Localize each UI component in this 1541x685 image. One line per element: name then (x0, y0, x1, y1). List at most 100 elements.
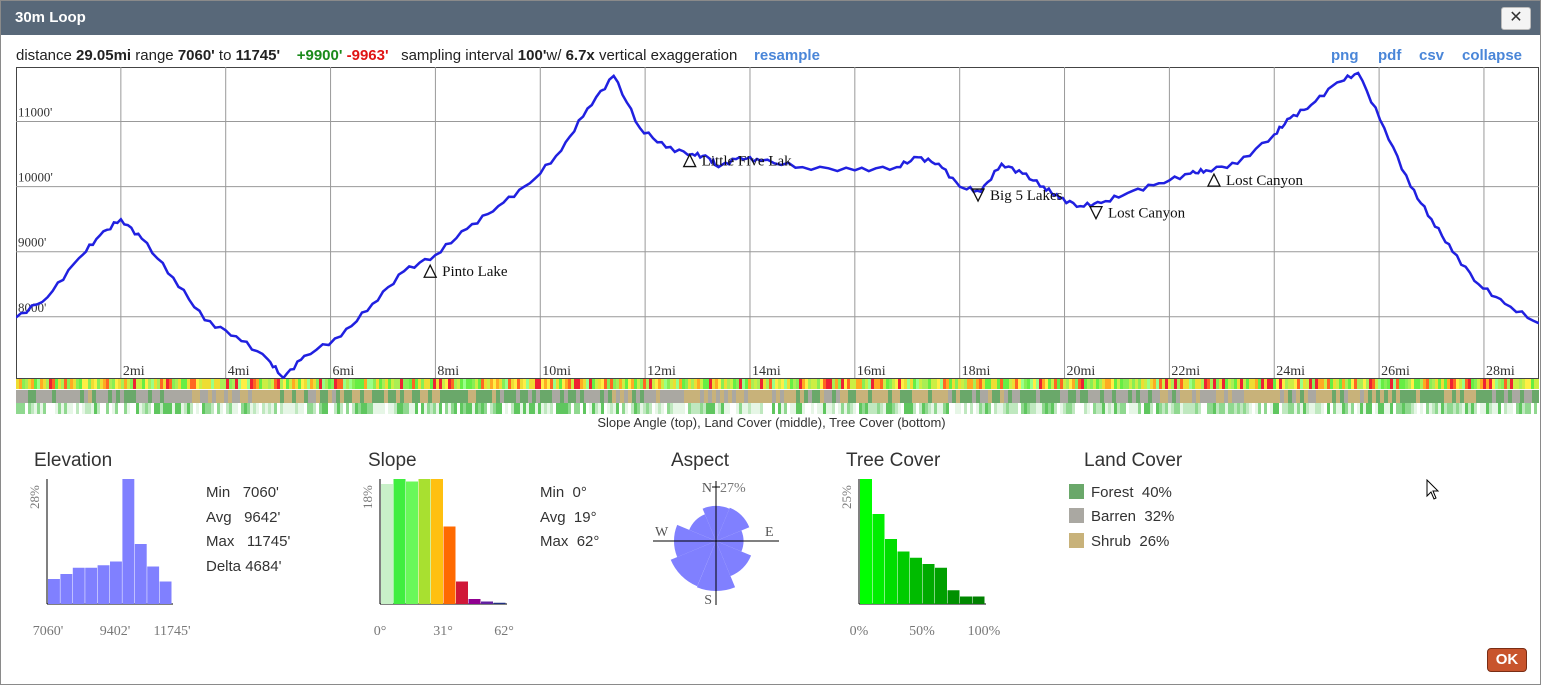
land-strip-cell (1124, 390, 1128, 403)
aspect-title: Aspect (671, 450, 730, 471)
slope-strip-cell (607, 379, 610, 389)
slope-strip-cell (1213, 379, 1216, 389)
elevation-profile-chart[interactable]: 11000'10000'9000'8000' 2mi 4mi 6mi 8mi 10mi 1… (16, 67, 1539, 414)
tree-strip-cell (400, 403, 403, 414)
tree-strip-cell (982, 403, 985, 414)
land-strip-cell (1248, 390, 1252, 403)
land-strip-cell (928, 390, 932, 403)
tree-strip-cell (1147, 403, 1150, 414)
land-strip-cell (680, 390, 684, 403)
land-strip-cell (1396, 390, 1400, 403)
slope-strip-cell (835, 379, 838, 389)
tree-strip-cell (901, 403, 904, 414)
land-strip-cell (796, 390, 800, 403)
land-strip-cell (376, 390, 380, 403)
slope-strip-cell (1387, 379, 1390, 389)
tree-strip-cell (760, 403, 763, 414)
land-strip-cell (880, 390, 884, 403)
slope-strip-cell (739, 379, 742, 389)
land-strip-cell (844, 390, 848, 403)
slope-strip-cell (1042, 379, 1045, 389)
tree-strip-cell (571, 403, 574, 414)
resample-link[interactable]: resample (754, 47, 820, 64)
slope-strip-cell (994, 379, 997, 389)
collapse-link[interactable]: collapse (1462, 47, 1522, 64)
land-strip-cell (508, 390, 512, 403)
slope-strip-cell (832, 379, 835, 389)
land-strip-cell (112, 390, 116, 403)
slope-strip-cell (1462, 379, 1465, 389)
tree-strip-cell (1342, 403, 1345, 414)
land-strip-cell (556, 390, 560, 403)
slope-strip-cell (1309, 379, 1312, 389)
slope-strip-cell (397, 379, 400, 389)
land-strip-cell (1012, 390, 1016, 403)
slope-strip-cell (1267, 379, 1270, 389)
land-strip-cell (1340, 390, 1344, 403)
close-button[interactable]: ✕ (1501, 7, 1531, 30)
csv-link[interactable]: csv (1419, 47, 1444, 64)
tree-cover-histogram: 25%0% 50% 100% (839, 479, 1001, 639)
land-strip-cell (1228, 390, 1232, 403)
land-strip-cell (348, 390, 352, 403)
land-strip-cell (576, 390, 580, 403)
tree-strip-cell (31, 403, 34, 414)
pdf-link[interactable]: pdf (1378, 47, 1401, 64)
tree-strip-cell (85, 403, 88, 414)
tree-strip-cell (1000, 403, 1003, 414)
land-strip-cell (80, 390, 84, 403)
land-strip-cell (976, 390, 980, 403)
slope-strip-cell (472, 379, 475, 389)
tree-strip-cell (769, 403, 772, 414)
land-strip-cell (856, 390, 860, 403)
slope-strip-cell (790, 379, 793, 389)
land-strip-cell (1496, 390, 1500, 403)
tree-strip-cell (1357, 403, 1360, 414)
slope-strip-cell (1384, 379, 1387, 389)
land-strip-cell (624, 390, 628, 403)
tree-strip-cell (1405, 403, 1408, 414)
title-bar[interactable]: 30m Loop ✕ (1, 1, 1540, 35)
slope-strip-cell (307, 379, 310, 389)
slope-strip-cell (598, 379, 601, 389)
slope-strip-cell (1129, 379, 1132, 389)
tree-strip-cell (607, 403, 610, 414)
slope-strip-cell (1339, 379, 1342, 389)
land-strip-cell (1344, 390, 1348, 403)
land-strip-cell (648, 390, 652, 403)
land-strip-cell (876, 390, 880, 403)
land-strip-cell (152, 390, 156, 403)
ok-button[interactable]: OK (1487, 648, 1527, 672)
tree-strip-cell (244, 403, 247, 414)
tree-strip-cell (73, 403, 76, 414)
profile-dialog: 30m Loop ✕ distance 29.05mi range 7060' … (0, 0, 1541, 685)
slope-strip-cell (130, 379, 133, 389)
tree-strip-cell (124, 403, 127, 414)
tree-strip-cell (1240, 403, 1243, 414)
tree-strip-cell (346, 403, 349, 414)
land-strip-cell (1260, 390, 1264, 403)
land-strip-cell (544, 390, 548, 403)
land-strip-cell (100, 390, 104, 403)
land-strip-cell (596, 390, 600, 403)
histogram-bar (897, 551, 910, 604)
land-strip-cell (1332, 390, 1336, 403)
tree-strip-cell (1381, 403, 1384, 414)
slope-strip-cell (763, 379, 766, 389)
land-strip-cell (404, 390, 408, 403)
tree-strip-cell (94, 403, 97, 414)
slope-strip-cell (259, 379, 262, 389)
tree-strip-cell (298, 403, 301, 414)
slope-strip-cell (814, 379, 817, 389)
land-strip-cell (1388, 390, 1392, 403)
slope-strip-cell (1258, 379, 1261, 389)
land-strip-cell (660, 390, 664, 403)
slope-strip-cell (1501, 379, 1504, 389)
slope-strip-cell (1420, 379, 1423, 389)
slope-strip-cell (1216, 379, 1219, 389)
land-strip-cell (1500, 390, 1504, 403)
png-link[interactable]: png (1331, 47, 1359, 64)
slope-strip-cell (28, 379, 31, 389)
tree-strip-cell (733, 403, 736, 414)
tree-strip-cell (1018, 403, 1021, 414)
